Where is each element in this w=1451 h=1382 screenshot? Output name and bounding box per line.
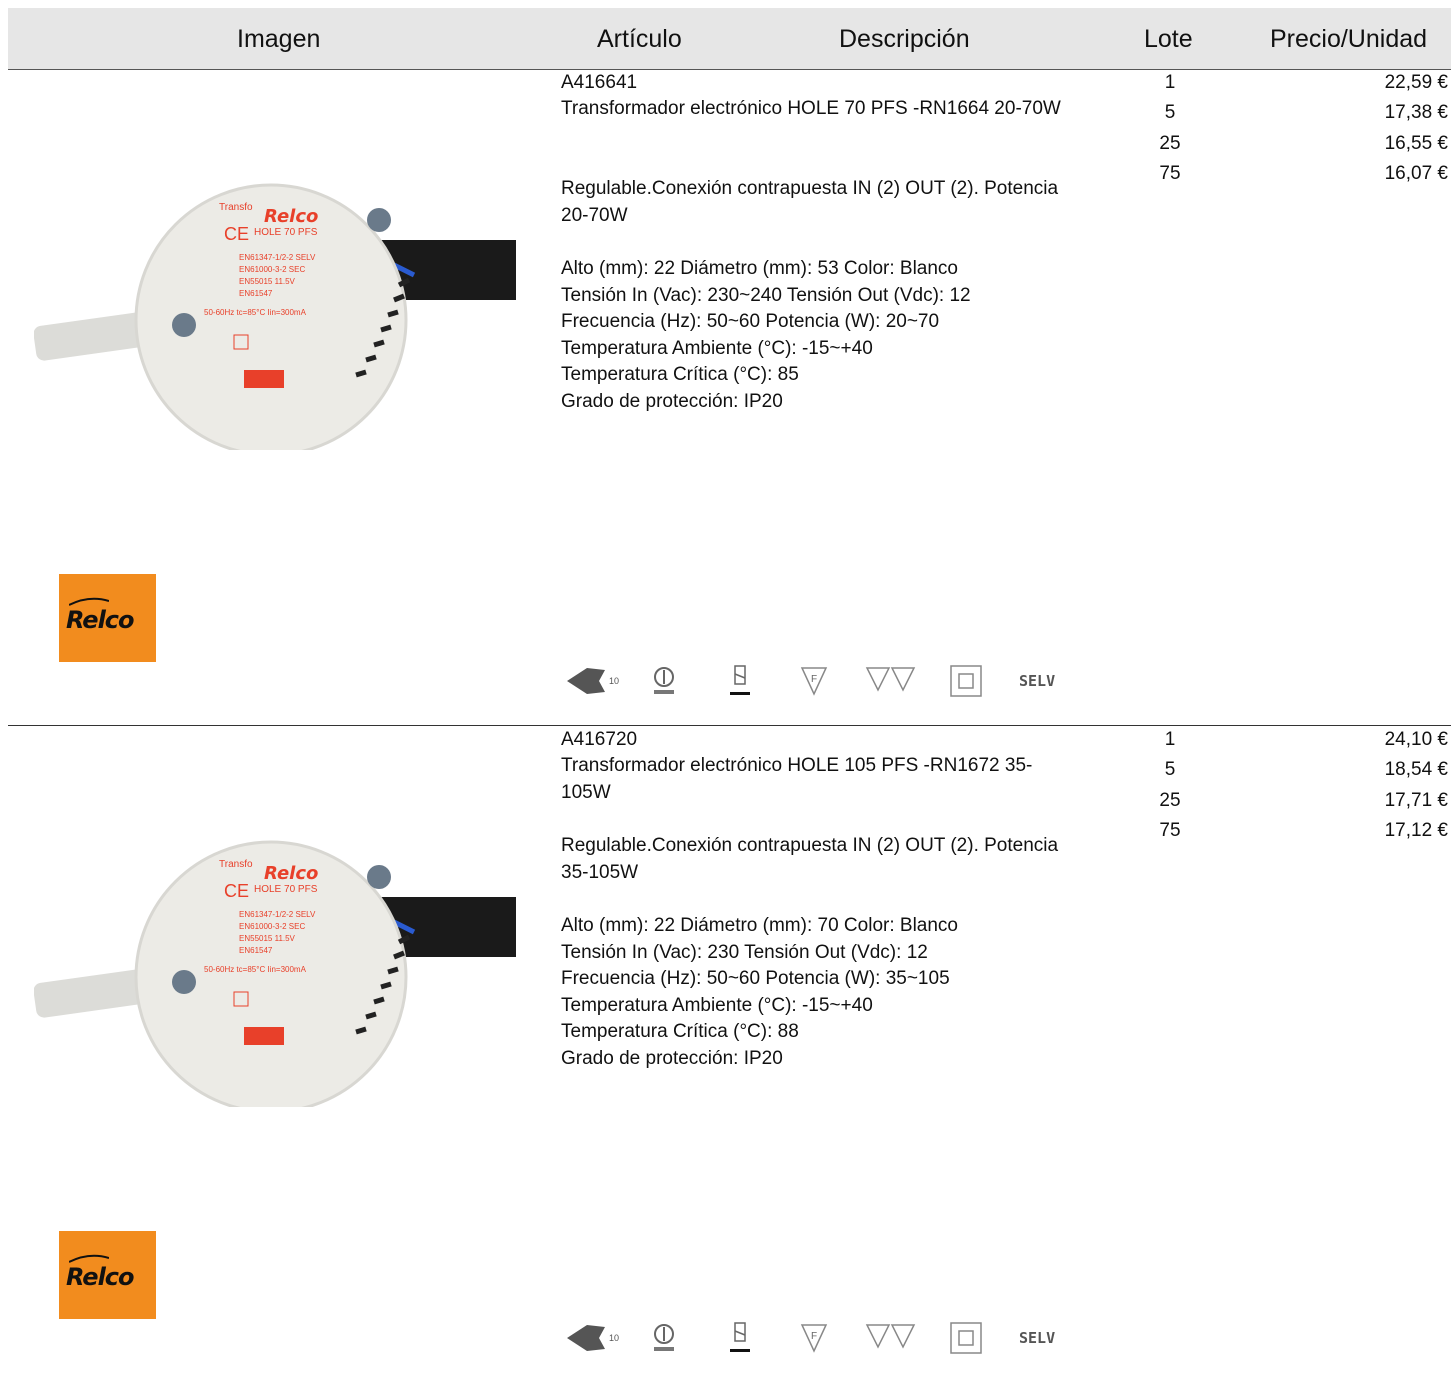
certification-icons: 10 F SELV <box>561 1321 1081 1357</box>
svg-text:EN61000-3-2 SEC: EN61000-3-2 SEC <box>239 265 305 274</box>
price-value: 16,55 € <box>1384 132 1448 154</box>
svg-text:EN61347-1/2-2 SELV: EN61347-1/2-2 SELV <box>239 910 316 919</box>
spec-line: Grado de protección: IP20 <box>561 1047 783 1069</box>
short-circuit-proof-icon <box>730 1322 750 1352</box>
header-articulo: Artículo <box>597 25 682 53</box>
spec-line: Alto (mm): 22 Diámetro (mm): 70 Color: B… <box>561 915 958 936</box>
price-value: 18,54 € <box>1384 759 1448 781</box>
svg-text:50-60Hz tc=85°C Iin=300mA: 50-60Hz tc=85°C Iin=300mA <box>204 308 307 317</box>
price-list: 24,10 € 18,54 € 17,71 € 17,12 € <box>1300 727 1448 848</box>
certification-icons: 10 F SELV <box>561 664 1081 700</box>
spec-line: Temperatura Crítica (°C): 88 <box>561 1021 799 1042</box>
spec-line: Frecuencia (Hz): 50~60 Potencia (W): 20~… <box>561 311 940 332</box>
product-image: Transfo Relco CE HOLE 70 PFS EN61347-1/2… <box>34 183 516 450</box>
lot-value: 75 <box>1159 162 1181 184</box>
double-insulation-icon <box>950 665 982 697</box>
lot-value: 1 <box>1164 72 1176 93</box>
svg-text:F: F <box>811 674 817 685</box>
lot-list: 1 5 25 75 <box>1140 727 1200 848</box>
enec-10-icon: 10 <box>567 668 619 694</box>
svg-text:EN61547: EN61547 <box>239 289 273 298</box>
short-circuit-proof-icon <box>730 665 750 695</box>
svg-text:HOLE 70 PFS: HOLE 70 PFS <box>254 227 318 238</box>
brand-logo: Relco <box>59 1231 156 1319</box>
product-description: Regulable.Conexión contrapuesta IN (2) O… <box>561 178 1059 226</box>
svg-text:Relco: Relco <box>264 206 318 227</box>
double-insulation-icon <box>950 1322 982 1354</box>
svg-text:10: 10 <box>609 676 619 686</box>
lot-value: 5 <box>1164 759 1176 781</box>
enec-10-icon: 10 <box>567 1325 619 1351</box>
spec-line: Frecuencia (Hz): 50~60 Potencia (W): 35~… <box>561 968 950 989</box>
spec-line: Tensión In (Vac): 230 Tensión Out (Vdc):… <box>561 941 928 963</box>
mm-mark-icon <box>865 1324 916 1349</box>
svg-text:Transfo: Transfo <box>219 859 253 870</box>
svg-text:EN55015 11.5V: EN55015 11.5V <box>239 277 296 286</box>
svg-text:F: F <box>811 1331 817 1342</box>
brand-name: Relco <box>66 1263 135 1291</box>
product-code: A416720 <box>561 729 638 750</box>
lot-value: 25 <box>1159 132 1181 154</box>
price-value: 16,07 € <box>1384 162 1448 184</box>
svg-text:CE: CE <box>224 224 249 244</box>
spec-line: Alto (mm): 22 Diámetro (mm): 53 Color: B… <box>561 258 958 279</box>
brand-name: Relco <box>66 606 135 634</box>
svg-text:CE: CE <box>224 881 249 901</box>
product-title: Transformador electrónico HOLE 105 PFS -… <box>561 755 1033 803</box>
svg-text:EN61000-3-2 SEC: EN61000-3-2 SEC <box>239 922 305 931</box>
mm-mark-icon <box>865 667 916 692</box>
spec-line: Tensión In (Vac): 230~240 Tensión Out (V… <box>561 284 971 306</box>
svg-text:EN55015 11.5V: EN55015 11.5V <box>239 934 296 943</box>
spec-line: Grado de protección: IP20 <box>561 390 783 412</box>
product-specs: Alto (mm): 22 Diámetro (mm): 53 Color: B… <box>561 256 971 415</box>
svg-text:10: 10 <box>609 1333 619 1343</box>
price-value: 17,38 € <box>1384 102 1448 124</box>
table-header: Imagen Artículo Descripción Lote Precio/… <box>8 8 1451 70</box>
svg-text:HOLE 70 PFS: HOLE 70 PFS <box>254 884 318 895</box>
class-ii-transformer-icon <box>654 667 674 694</box>
svg-text:Relco: Relco <box>264 863 318 884</box>
product-row: Transfo Relco CE HOLE 70 PFS EN61347-1/2… <box>0 70 1451 725</box>
lot-value: 75 <box>1159 819 1181 841</box>
product-description: Regulable.Conexión contrapuesta IN (2) O… <box>561 835 1059 883</box>
f-mark-icon: F <box>800 1324 828 1353</box>
svg-text:EN61547: EN61547 <box>239 946 273 955</box>
svg-text:Transfo: Transfo <box>219 202 253 213</box>
f-mark-icon: F <box>800 667 828 696</box>
header-precio: Precio/Unidad <box>1270 25 1428 53</box>
class-ii-transformer-icon <box>654 1324 674 1351</box>
product-title: Transformador electrónico HOLE 70 PFS -R… <box>561 98 1061 119</box>
price-value: 17,12 € <box>1384 819 1448 841</box>
header-lote: Lote <box>1144 25 1193 53</box>
row-divider <box>8 725 1451 726</box>
header-imagen: Imagen <box>237 25 321 53</box>
price-value: 24,10 € <box>1384 729 1448 750</box>
svg-text:EN61347-1/2-2 SELV: EN61347-1/2-2 SELV <box>239 253 316 262</box>
brand-logo: Relco <box>59 574 156 662</box>
price-value: 17,71 € <box>1384 789 1448 811</box>
selv-label: SELV <box>1019 672 1056 690</box>
lot-value: 25 <box>1159 789 1181 811</box>
lot-value: 1 <box>1164 729 1176 750</box>
selv-label: SELV <box>1019 1329 1056 1347</box>
header-descripcion: Descripción <box>839 25 970 53</box>
product-row: Transfo Relco CE HOLE 70 PFS EN61347-1/2… <box>0 727 1451 1382</box>
svg-text:50-60Hz tc=85°C Iin=300mA: 50-60Hz tc=85°C Iin=300mA <box>204 965 307 974</box>
product-code: A416641 <box>561 72 638 93</box>
price-list: 22,59 € 17,38 € 16,55 € 16,07 € <box>1300 70 1448 191</box>
product-image: Transfo Relco CE HOLE 70 PFS EN61347-1/2… <box>34 840 516 1107</box>
lot-list: 1 5 25 75 <box>1140 70 1200 191</box>
spec-line: Temperatura Ambiente (°C): -15~+40 <box>561 994 873 1016</box>
spec-line: Temperatura Ambiente (°C): -15~+40 <box>561 337 873 359</box>
lot-value: 5 <box>1164 102 1176 124</box>
price-value: 22,59 € <box>1384 72 1448 93</box>
product-specs: Alto (mm): 22 Diámetro (mm): 70 Color: B… <box>561 913 958 1072</box>
spec-line: Temperatura Crítica (°C): 85 <box>561 364 799 385</box>
